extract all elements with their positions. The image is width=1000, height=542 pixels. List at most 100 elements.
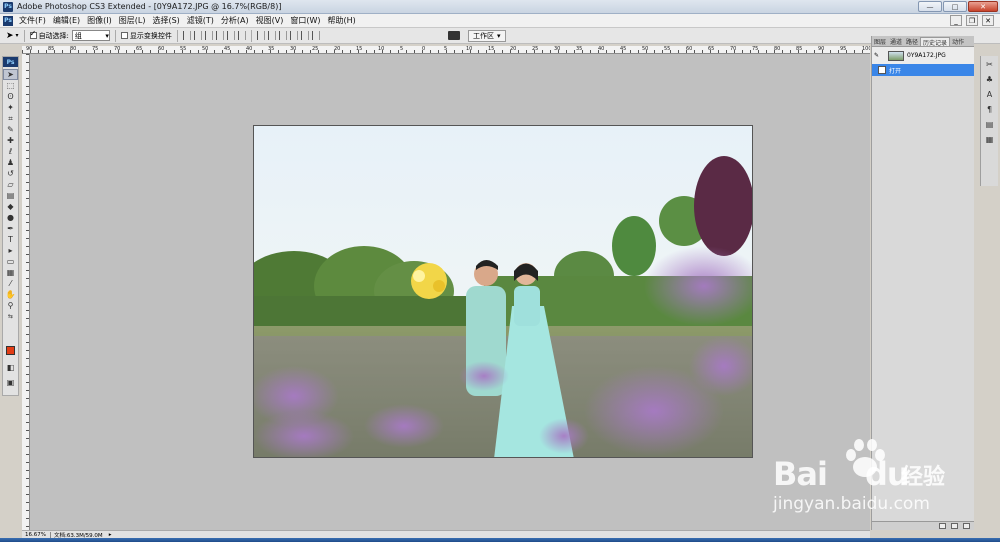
menu-filter[interactable]: 滤镜(T) — [186, 15, 215, 26]
zoom-tool-icon[interactable]: ⚲ — [3, 300, 18, 311]
tab-channels[interactable]: 通道 — [888, 37, 904, 46]
ruler-number: 10 — [466, 46, 473, 52]
minimize-icon: — — [926, 2, 934, 11]
ruler-number: 25 — [312, 46, 319, 52]
lasso-tool-icon[interactable]: ʘ — [3, 91, 18, 102]
history-snapshot[interactable]: ✎ 0Y9A172.JPG — [872, 47, 974, 64]
chevron-down-icon: ▾ — [15, 32, 19, 39]
watermark-url: jingyan.baidu.com — [773, 494, 930, 514]
tab-history[interactable]: 历史记录 — [920, 37, 951, 47]
tool-presets-icon[interactable]: ▦ — [983, 133, 997, 146]
maximize-button[interactable]: □ — [943, 1, 967, 12]
workspace-label: 工作区 — [473, 32, 494, 40]
eyedropper-icon[interactable]: ⁄ — [3, 278, 18, 289]
swap-colors-icon[interactable]: ⇆ — [3, 311, 18, 322]
zoom-level[interactable]: 16.67% — [25, 532, 46, 538]
align-vcenter-icon[interactable] — [193, 31, 202, 40]
type-tool-icon[interactable]: T — [3, 234, 18, 245]
new-snapshot-icon[interactable] — [951, 523, 958, 529]
distribute-top-icon[interactable] — [256, 31, 265, 40]
move-tool-icon[interactable]: ➤ — [3, 69, 18, 80]
document-photo[interactable] — [253, 125, 753, 458]
doc-minimize-button[interactable]: _ — [950, 15, 962, 26]
healing-brush-icon[interactable]: ✚ — [3, 135, 18, 146]
doc-restore-button[interactable]: ❐ — [966, 15, 978, 26]
menu-layer[interactable]: 图层(L) — [118, 15, 147, 26]
menu-select[interactable]: 选择(S) — [151, 15, 180, 26]
auto-select-dropdown[interactable]: 组 ▾ — [71, 30, 110, 41]
distribute-left-icon[interactable] — [289, 31, 298, 40]
menu-view[interactable]: 视图(V) — [255, 15, 285, 26]
separator — [114, 29, 116, 42]
blur-tool-icon[interactable]: ◆ — [3, 201, 18, 212]
doc-close-button[interactable]: ✕ — [982, 15, 994, 26]
menu-file[interactable]: 文件(F) — [18, 15, 47, 26]
gradient-tool-icon[interactable]: ▤ — [3, 190, 18, 201]
status-menu-arrow-icon[interactable]: ▸ — [109, 532, 112, 538]
quick-mask-icon[interactable]: ◧ — [3, 362, 18, 373]
distribute-right-icon[interactable] — [311, 31, 320, 40]
notes-tool-icon[interactable]: ▦ — [3, 267, 18, 278]
align-left-icon[interactable] — [215, 31, 224, 40]
menu-analysis[interactable]: 分析(A) — [220, 15, 250, 26]
workspace-button[interactable]: 工作区 ▾ — [468, 30, 506, 42]
ruler-number: 10 — [378, 46, 385, 52]
show-transform-checkbox[interactable]: 显示变换控件 — [120, 31, 172, 41]
magic-wand-icon[interactable]: ✦ — [3, 102, 18, 113]
menu-help[interactable]: 帮助(H) — [327, 15, 357, 26]
brush-source-icon[interactable]: ✎ — [874, 52, 880, 59]
shape-tool-icon[interactable]: ▭ — [3, 256, 18, 267]
dodge-tool-icon[interactable]: ● — [3, 212, 18, 223]
ruler-number: 80 — [774, 46, 781, 52]
slice-tool-icon[interactable]: ✎ — [3, 124, 18, 135]
align-right-icon[interactable] — [237, 31, 246, 40]
path-select-icon[interactable]: ▸ — [3, 245, 18, 256]
distribute-bottom-icon[interactable] — [278, 31, 287, 40]
paragraph-icon[interactable]: ¶ — [983, 103, 997, 116]
distribute-vcenter-icon[interactable] — [267, 31, 276, 40]
tab-layers[interactable]: 图层 — [872, 37, 888, 46]
marquee-tool-icon[interactable]: ⬚ — [3, 80, 18, 91]
auto-select-checkbox[interactable]: 自动选择: — [29, 29, 69, 41]
tab-paths[interactable]: 路径 — [904, 37, 920, 46]
menu-image[interactable]: 图像(I) — [86, 15, 113, 26]
brush-tool-icon[interactable]: ℓ — [3, 146, 18, 157]
ruler-number: 30 — [554, 46, 561, 52]
eraser-icon[interactable]: ▱ — [3, 179, 18, 190]
menu-window[interactable]: 窗口(W) — [289, 15, 321, 26]
canvas-area[interactable] — [30, 54, 870, 530]
align-bottom-icon[interactable] — [204, 31, 213, 40]
camera-icon[interactable] — [448, 31, 460, 40]
tool-preset-picker[interactable]: ➤ ▾ — [6, 31, 19, 41]
screen-mode-icon[interactable]: ▣ — [3, 377, 18, 388]
character-icon[interactable]: A — [983, 88, 997, 101]
brushes-icon[interactable]: ♣ — [983, 73, 997, 86]
align-top-icon[interactable] — [182, 31, 191, 40]
navigator-icon[interactable]: ✂ — [983, 58, 997, 71]
crop-tool-icon[interactable]: ⌗ — [3, 113, 18, 124]
align-buttons — [182, 31, 246, 40]
menu-edit[interactable]: 编辑(E) — [52, 15, 81, 26]
layer-comps-icon[interactable]: ▤ — [983, 118, 997, 131]
horizontal-ruler: 90 85 80 75 70 65 60 55 50 45 40 35 30 25 20 15 10 5 0 5 10 1… — [22, 46, 870, 54]
history-brush-icon[interactable]: ↺ — [3, 168, 18, 179]
pen-tool-icon[interactable]: ✒ — [3, 223, 18, 234]
trash-icon[interactable] — [963, 523, 970, 529]
tab-actions[interactable]: 动作 — [950, 37, 966, 46]
close-button[interactable]: ✕ — [968, 1, 998, 12]
history-state[interactable]: 打开 — [872, 64, 974, 76]
distribute-hcenter-icon[interactable] — [300, 31, 309, 40]
app-menu-icon[interactable]: Ps — [3, 15, 13, 26]
ruler-number: 40 — [598, 46, 605, 52]
foreground-color-swatch[interactable] — [6, 346, 15, 355]
minimize-button[interactable]: — — [918, 1, 942, 12]
menu-bar: Ps 文件(F) 编辑(E) 图像(I) 图层(L) 选择(S) 滤镜(T) 分… — [0, 14, 1000, 28]
new-document-from-state-icon[interactable] — [939, 523, 946, 529]
ruler-number: 70 — [730, 46, 737, 52]
checkbox-icon — [120, 32, 128, 39]
clone-stamp-icon[interactable]: ♟ — [3, 157, 18, 168]
vertical-ruler — [22, 54, 30, 530]
ruler-number: 70 — [114, 46, 121, 52]
hand-tool-icon[interactable]: ✋ — [3, 289, 18, 300]
align-hcenter-icon[interactable] — [226, 31, 235, 40]
